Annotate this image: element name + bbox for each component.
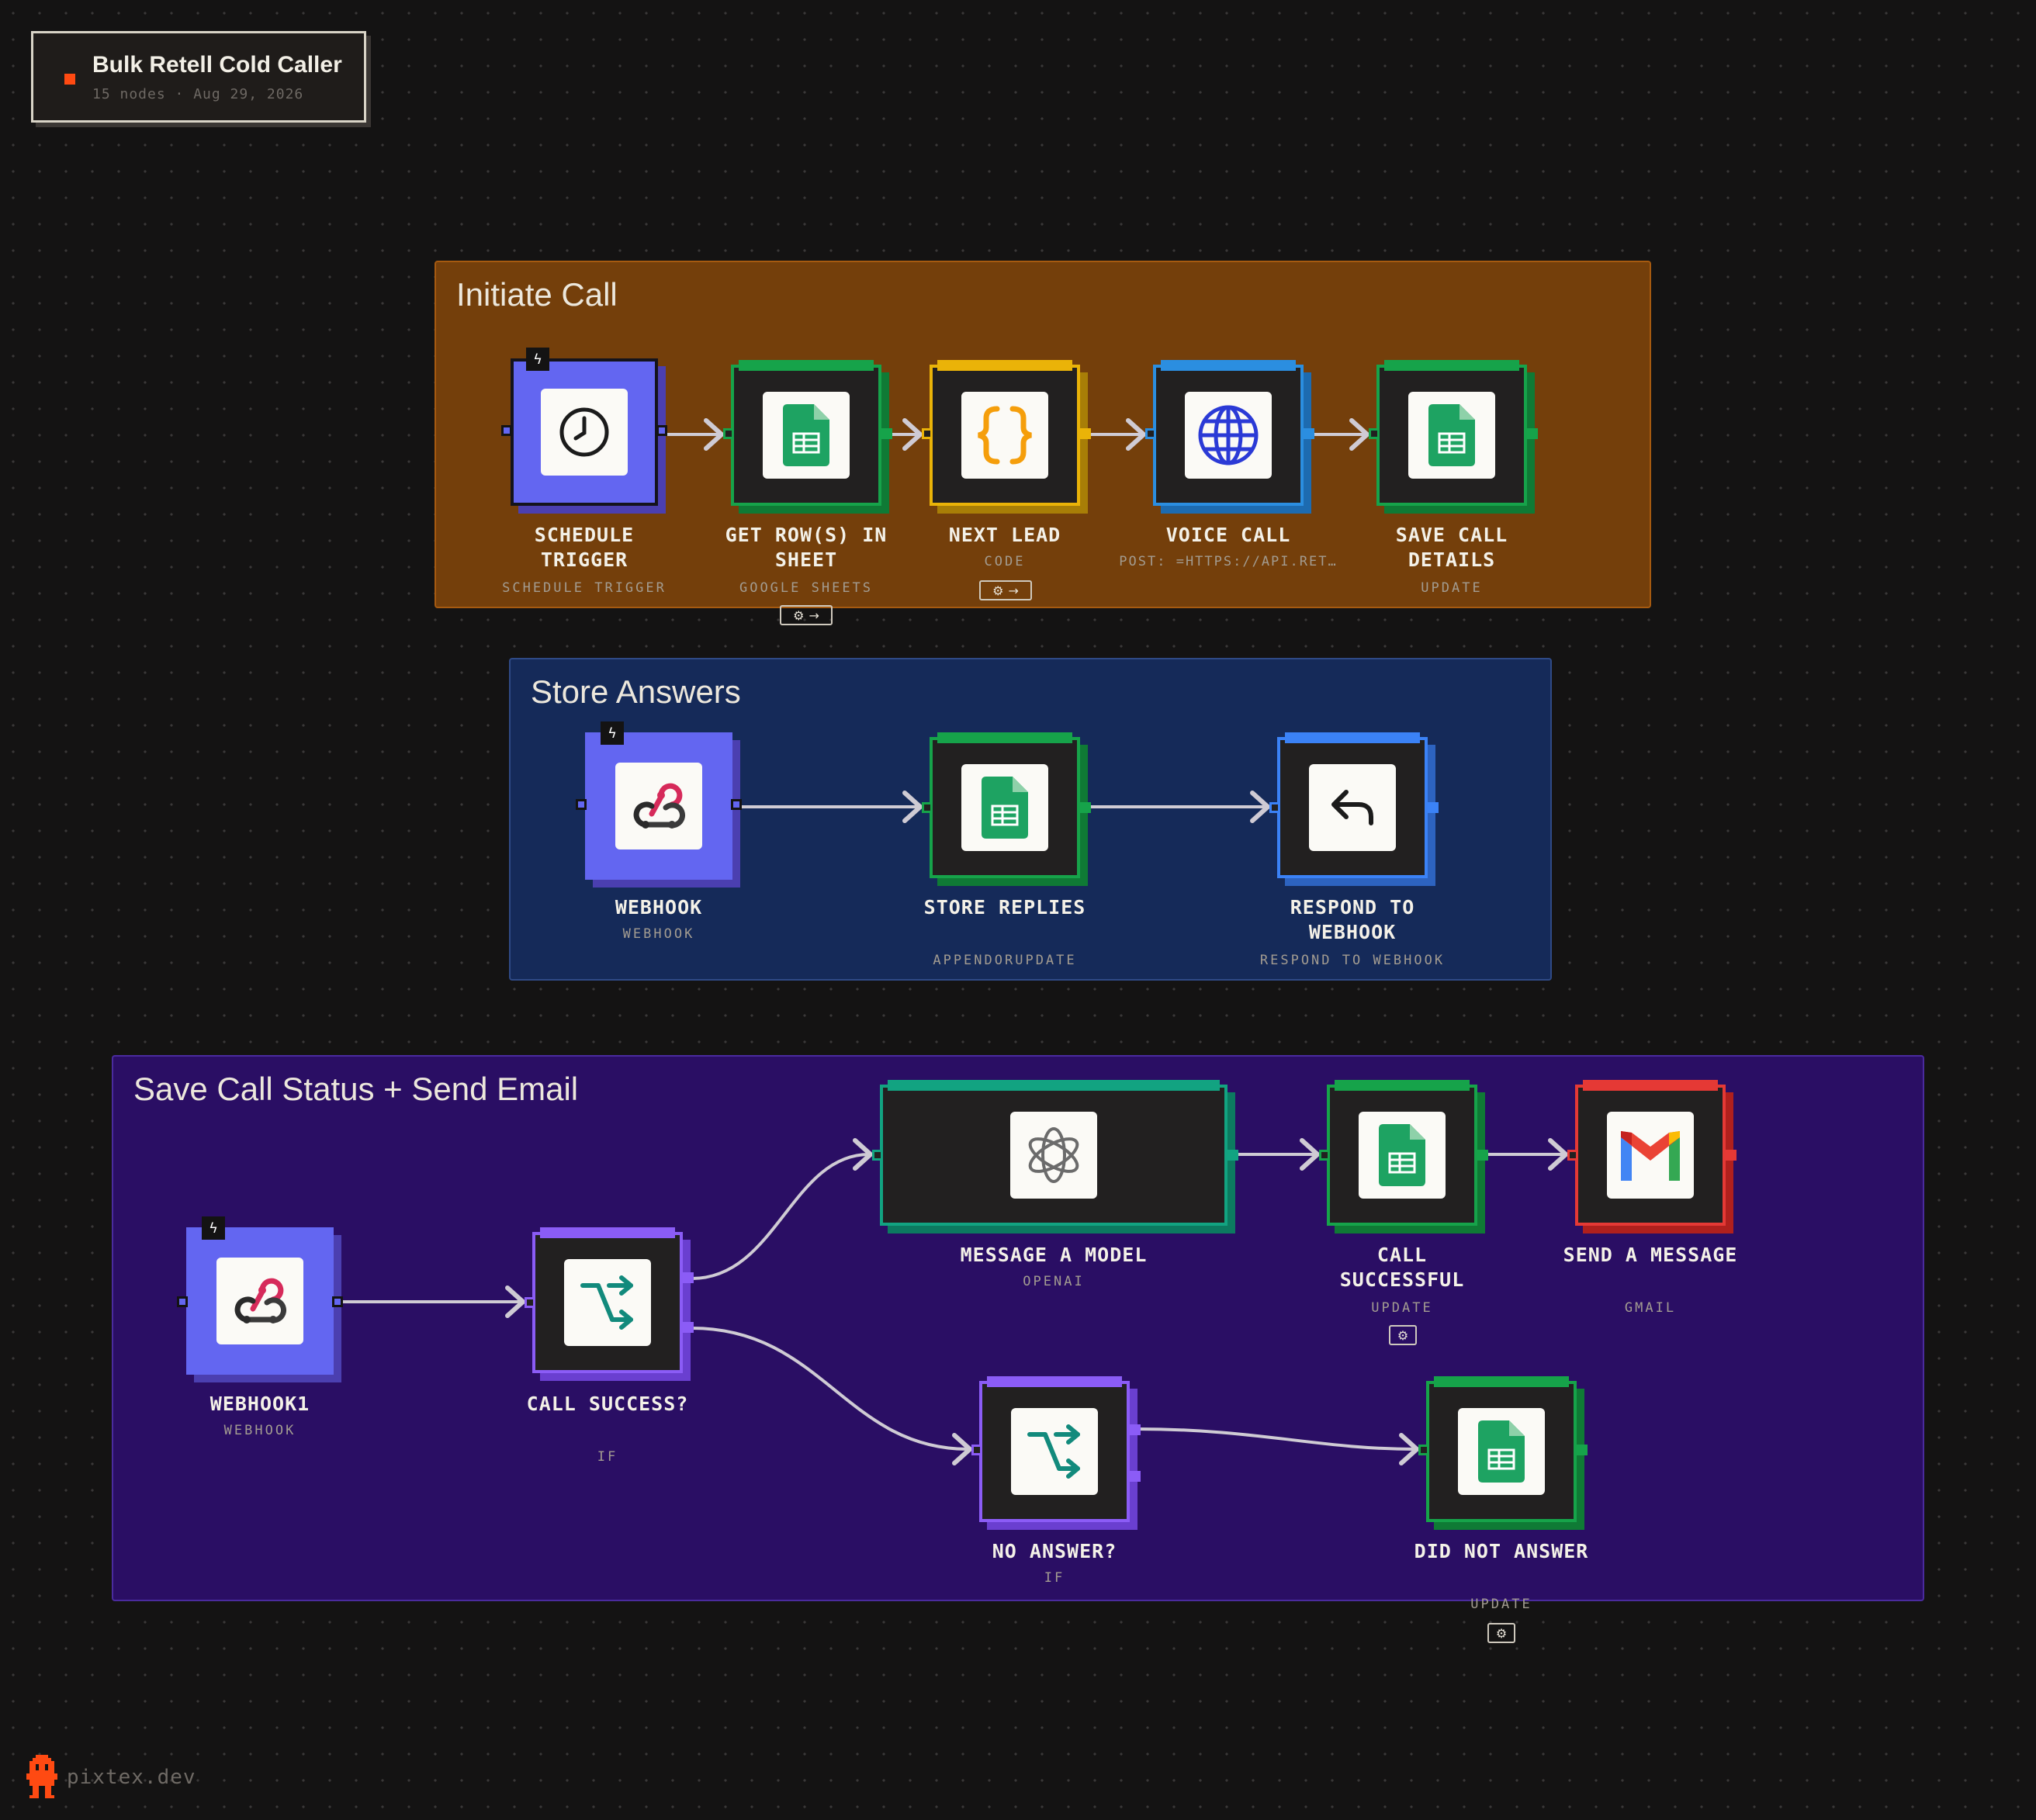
branch-icon xyxy=(564,1259,651,1346)
node-sublabel: WEBHOOK xyxy=(223,1423,296,1438)
node-sublabel: UPDATE xyxy=(1470,1597,1532,1612)
wire-callsuccess-true-to-model xyxy=(691,1153,870,1280)
node-label: STORE REPLIES xyxy=(923,896,1086,919)
arrow-right-icon: → xyxy=(809,607,819,623)
node-sublabel: RESPOND TO WEBHOOK xyxy=(1259,953,1446,968)
node-label: NEXT LEAD xyxy=(948,524,1061,546)
node-settings-badge[interactable]: ⚙ xyxy=(1389,1325,1417,1345)
node-label: GET ROW(S) IN SHEET xyxy=(725,524,888,571)
webhook-icon xyxy=(216,1258,303,1344)
node-label: SAVE CALL DETAILS xyxy=(1395,524,1508,571)
node-label: WEBHOOK xyxy=(615,896,703,919)
node-sublabel: GOOGLE SHEETS xyxy=(739,580,874,596)
node-next-lead[interactable] xyxy=(922,360,1091,514)
webhook-icon xyxy=(615,763,702,849)
wire-noanswer-to-didnotanswer xyxy=(1137,1427,1416,1451)
node-did-not-answer[interactable] xyxy=(1418,1376,1588,1530)
node-store-replies[interactable] xyxy=(922,732,1091,886)
branch-icon xyxy=(1011,1408,1098,1495)
node-voice-call[interactable] xyxy=(1145,360,1314,514)
node-label: VOICE CALL xyxy=(1165,524,1291,546)
reply-arrow-icon xyxy=(1309,764,1396,851)
node-get-rows[interactable] xyxy=(723,360,892,514)
node-label: RESPOND TO WEBHOOK xyxy=(1290,896,1415,943)
google-sheets-icon xyxy=(1408,392,1495,479)
node-label: DID NOT ANSWER xyxy=(1414,1540,1589,1562)
node-settings-badge[interactable]: ⚙ xyxy=(1487,1623,1515,1643)
gmail-icon xyxy=(1607,1112,1694,1199)
node-label: NO ANSWER? xyxy=(992,1540,1117,1562)
node-sublabel: SCHEDULE TRIGGER xyxy=(502,580,667,596)
node-sublabel: CODE xyxy=(984,554,1026,569)
pixel-mascot-icon xyxy=(26,1755,57,1798)
settings-icon: ⚙ xyxy=(1495,1625,1508,1641)
node-schedule-trigger[interactable]: ϟ xyxy=(501,348,667,514)
trigger-bolt-icon: ϟ xyxy=(202,1216,225,1240)
node-action-badge[interactable]: ⚙ → xyxy=(780,605,833,625)
footer-brand: pixtex.dev xyxy=(26,1755,196,1801)
node-save-call-details[interactable] xyxy=(1369,360,1538,514)
settings-icon: ⚙ xyxy=(793,607,805,623)
node-sublabel: IF xyxy=(1044,1570,1065,1586)
node-no-answer[interactable] xyxy=(971,1376,1141,1530)
node-label: SEND A MESSAGE xyxy=(1563,1244,1738,1266)
node-call-successful[interactable] xyxy=(1319,1080,1488,1234)
trigger-bolt-icon: ϟ xyxy=(526,348,549,371)
node-sublabel: WEBHOOK xyxy=(622,926,695,942)
node-call-success[interactable] xyxy=(525,1227,694,1381)
globe-icon xyxy=(1185,392,1272,479)
openai-icon xyxy=(1010,1112,1097,1199)
wire-callsuccess-false-to-noanswer xyxy=(691,1327,969,1451)
node-label: CALL SUCCESS? xyxy=(526,1393,689,1415)
code-braces-icon xyxy=(961,392,1048,479)
node-sublabel: UPDATE xyxy=(1371,1300,1433,1316)
google-sheets-icon xyxy=(1458,1408,1545,1495)
node-sublabel: UPDATE xyxy=(1421,580,1483,596)
node-label: WEBHOOK1 xyxy=(209,1393,310,1415)
node-sublabel: GMAIL xyxy=(1624,1300,1677,1316)
arrow-right-icon: → xyxy=(1008,583,1019,598)
node-sublabel: IF xyxy=(597,1449,618,1465)
trigger-bolt-icon: ϟ xyxy=(601,721,624,745)
node-label: SCHEDULE TRIGGER xyxy=(534,524,635,571)
node-sublabel: APPENDORUPDATE xyxy=(933,953,1077,968)
google-sheets-icon xyxy=(763,392,850,479)
footer-brand-text: pixtex.dev xyxy=(67,1766,196,1789)
google-sheets-icon xyxy=(1359,1112,1446,1199)
node-label: CALL SUCCESSFUL xyxy=(1339,1244,1465,1291)
settings-icon: ⚙ xyxy=(1397,1327,1409,1343)
node-label: MESSAGE A MODEL xyxy=(960,1244,1148,1266)
node-respond-webhook[interactable] xyxy=(1269,732,1439,886)
settings-icon: ⚙ xyxy=(992,583,1004,598)
clock-icon xyxy=(541,389,628,476)
node-webhook[interactable]: ϟ xyxy=(576,721,742,888)
google-sheets-icon xyxy=(961,764,1048,851)
node-send-message[interactable] xyxy=(1567,1080,1736,1234)
node-sublabel: OPENAI xyxy=(1023,1274,1085,1289)
node-webhook1[interactable]: ϟ xyxy=(177,1216,343,1382)
node-action-badge[interactable]: ⚙ → xyxy=(979,580,1032,600)
node-message-model[interactable] xyxy=(872,1080,1238,1234)
node-sublabel: POST: =HTTPS://API.RET… xyxy=(1119,554,1338,569)
